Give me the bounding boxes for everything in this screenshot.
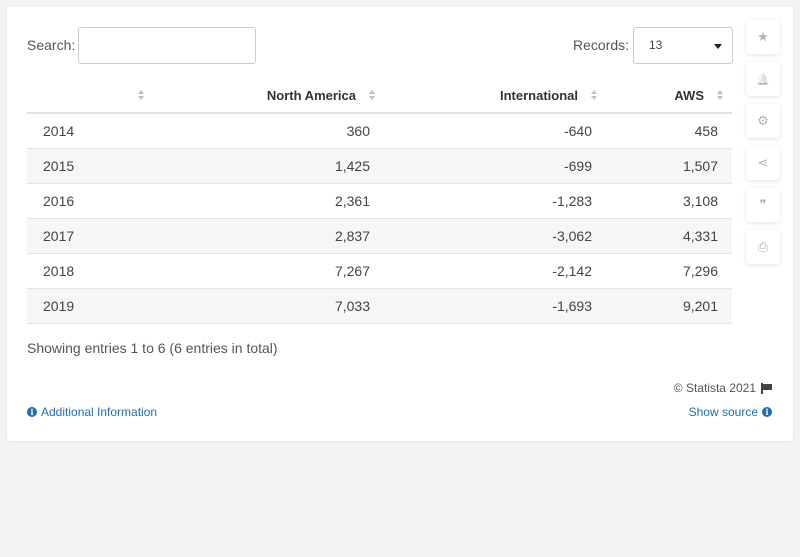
statistic-card: Search: Records: 13 North America Intern… [7, 7, 793, 441]
cell-international: -1,693 [384, 288, 606, 324]
cell-year: 2019 [27, 288, 153, 324]
cell-aws: 4,331 [606, 218, 732, 254]
show-source-link[interactable]: Show source i [689, 405, 772, 419]
copyright: © Statista 2021 [674, 381, 772, 395]
sort-icon [591, 90, 598, 100]
sort-icon [138, 90, 145, 100]
share-button[interactable]: ⋖ [746, 146, 780, 180]
print-button[interactable]: ⎙ [746, 230, 780, 264]
data-table: North America International AWS 2014 360… [27, 78, 732, 324]
settings-button[interactable]: ⚙ [746, 104, 780, 138]
flag-icon[interactable] [761, 382, 772, 394]
table-row: 2015 1,425 -699 1,507 [27, 148, 732, 184]
cell-international: -2,142 [384, 253, 606, 289]
additional-information-link[interactable]: i Additional Information [27, 405, 157, 419]
favorite-button[interactable]: ★ [746, 20, 780, 54]
cell-aws: 1,507 [606, 148, 732, 184]
records-label: Records: [573, 37, 630, 53]
cell-aws: 7,296 [606, 253, 732, 289]
cell-international: -640 [384, 113, 606, 149]
caret-down-icon [714, 44, 722, 49]
cell-north-america: 7,033 [153, 288, 384, 324]
column-header-year[interactable] [27, 78, 153, 114]
star-icon: ★ [757, 29, 769, 44]
cell-year: 2016 [27, 183, 153, 219]
gear-icon: ⚙ [757, 113, 769, 128]
cell-north-america: 7,267 [153, 253, 384, 289]
table-row: 2014 360 -640 458 [27, 113, 732, 149]
search-input[interactable] [78, 27, 256, 64]
entries-summary: Showing entries 1 to 6 (6 entries in tot… [27, 340, 278, 356]
column-header-north-america[interactable]: North America [153, 78, 384, 114]
cell-aws: 458 [606, 113, 732, 149]
show-source-label: Show source [688, 405, 758, 419]
bell-icon: 🔔 [756, 73, 770, 86]
table-row: 2016 2,361 -1,283 3,108 [27, 183, 732, 219]
sort-icon [369, 90, 376, 100]
table-row: 2018 7,267 -2,142 7,296 [27, 253, 732, 289]
records-select-value: 13 [649, 38, 663, 52]
column-header-aws[interactable]: AWS [606, 78, 732, 114]
info-icon: i [762, 407, 772, 417]
cite-button[interactable]: ❞ [746, 188, 780, 222]
notification-button[interactable]: 🔔 [746, 62, 780, 96]
cell-year: 2018 [27, 253, 153, 289]
cell-international: -699 [384, 148, 606, 184]
table-row: 2017 2,837 -3,062 4,331 [27, 218, 732, 254]
additional-information-label: Additional Information [41, 405, 158, 419]
cell-year: 2017 [27, 218, 153, 254]
share-icon: ⋖ [757, 155, 769, 170]
table-header-row: North America International AWS [27, 78, 732, 114]
records-select[interactable]: 13 [633, 27, 733, 64]
cell-north-america: 2,361 [153, 183, 384, 219]
cell-year: 2014 [27, 113, 153, 149]
cell-international: -1,283 [384, 183, 606, 219]
cell-year: 2015 [27, 148, 153, 184]
cell-north-america: 360 [153, 113, 384, 149]
copyright-text: © Statista 2021 [673, 381, 756, 395]
side-toolbar: ★ 🔔 ⚙ ⋖ ❞ ⎙ [746, 20, 780, 272]
quote-icon: ❞ [759, 197, 767, 212]
sort-icon [717, 90, 724, 100]
search-label: Search: [27, 37, 76, 53]
cell-aws: 3,108 [606, 183, 732, 219]
cell-north-america: 2,837 [153, 218, 384, 254]
cell-aws: 9,201 [606, 288, 732, 324]
cell-north-america: 1,425 [153, 148, 384, 184]
print-icon: ⎙ [757, 239, 769, 254]
info-icon: i [27, 407, 37, 417]
cell-international: -3,062 [384, 218, 606, 254]
column-header-international[interactable]: International [384, 78, 606, 114]
table-row: 2019 7,033 -1,693 9,201 [27, 288, 732, 324]
